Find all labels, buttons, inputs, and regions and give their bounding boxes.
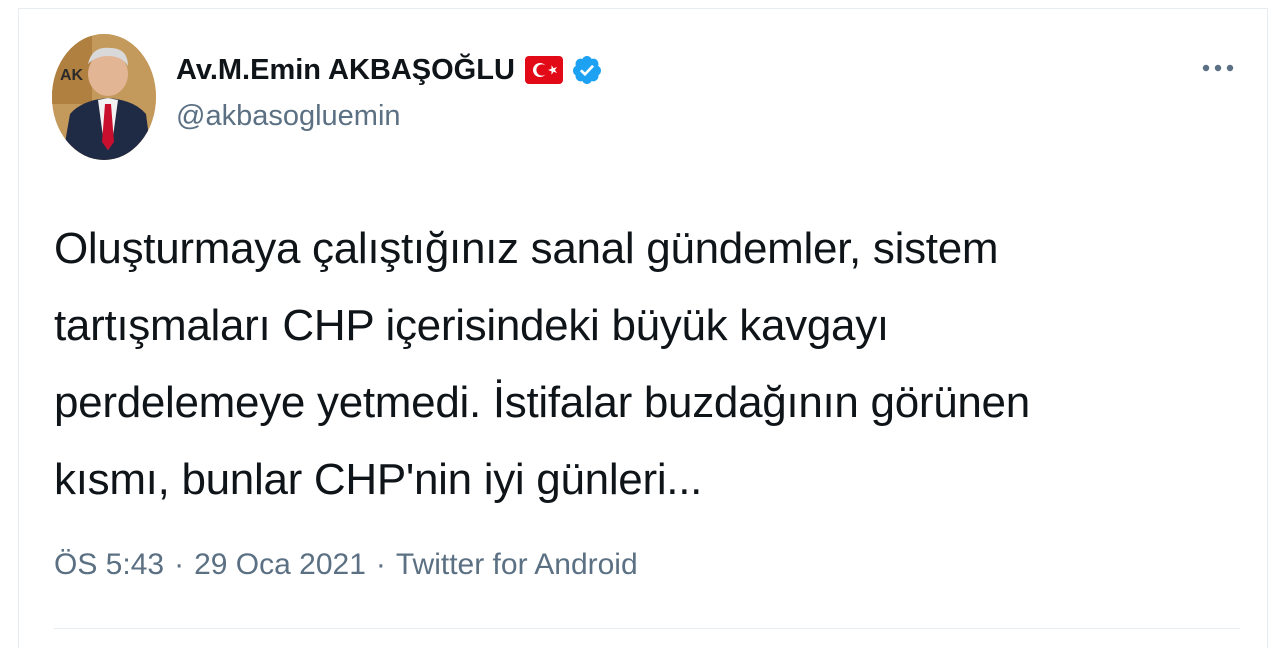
avatar[interactable]: AK <box>52 34 156 160</box>
page-background: AK Av.M.Emin AKBAŞOĞLU @akbasogluemin Ol… <box>0 0 1280 648</box>
divider <box>54 628 1240 629</box>
author-handle[interactable]: @akbasogluemin <box>176 100 401 133</box>
tweet-source-link[interactable]: Twitter for Android <box>396 548 638 582</box>
meta-separator: · <box>375 548 386 581</box>
tweet-text: Oluşturmaya çalıştığınız sanal gündemler… <box>54 210 1224 518</box>
tweet-text-line: Oluşturmaya çalıştığınız sanal gündemler… <box>54 224 999 273</box>
tweet-time[interactable]: ÖS 5:43 <box>54 548 164 582</box>
tweet-text-line: kısmı, bunlar CHP'nin iyi günleri... <box>54 455 703 504</box>
tweet-metadata: ÖS 5:43 · 29 Oca 2021 · Twitter for Andr… <box>54 548 638 582</box>
author-display-name[interactable]: Av.M.Emin AKBAŞOĞLU <box>176 54 515 87</box>
tweet-date[interactable]: 29 Oca 2021 <box>194 548 366 582</box>
tweet-text-line: tartışmaları CHP içerisindeki büyük kavg… <box>54 301 889 350</box>
more-options-icon[interactable] <box>1196 52 1240 84</box>
meta-separator: · <box>174 548 185 581</box>
avatar-sign-text: AK <box>60 67 84 84</box>
profile-photo: AK <box>52 34 156 160</box>
tweet-text-line: perdelemeye yetmedi. İstifalar buzdağını… <box>54 378 1030 427</box>
turkey-flag-icon <box>524 56 563 84</box>
author-name-row: Av.M.Emin AKBAŞOĞLU <box>176 52 603 88</box>
verified-badge-icon <box>571 54 603 86</box>
